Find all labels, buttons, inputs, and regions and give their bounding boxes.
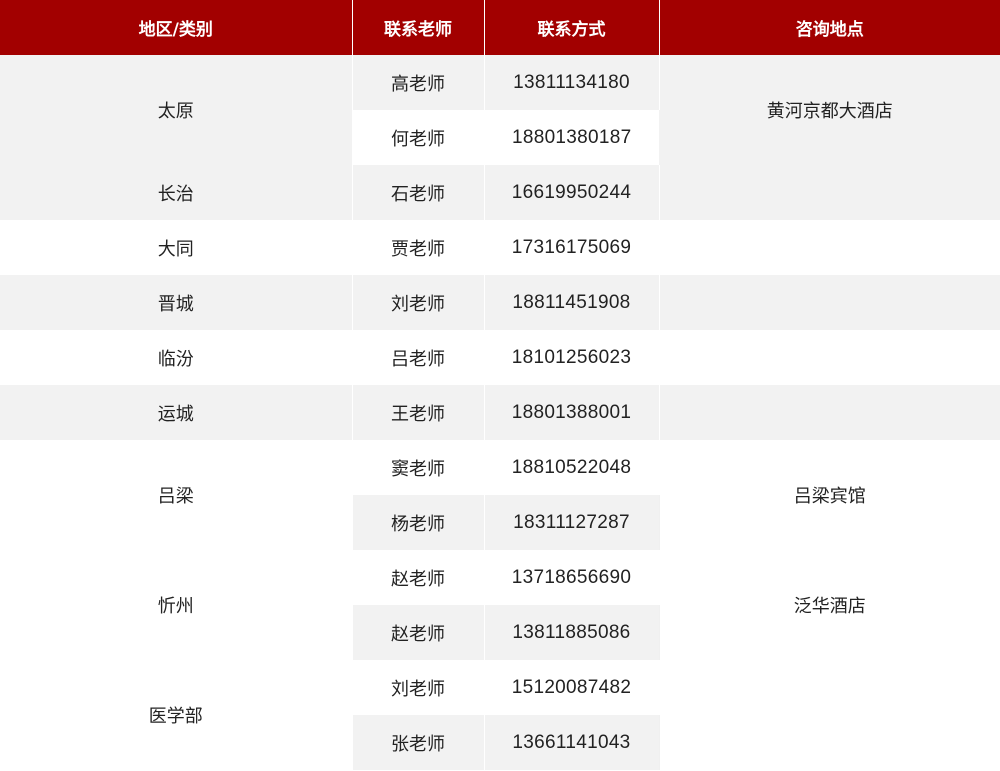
table-row: 太原 高老师 13811134180 黄河京都大酒店	[0, 55, 1000, 165]
teacher-cell: 吕老师	[351, 330, 485, 385]
teacher-cell: 刘老师	[351, 660, 485, 715]
phone-cell: 18311127287	[484, 495, 659, 550]
location-cell	[658, 220, 1000, 275]
header-row: 地区/类别 联系老师 联系方式 咨询地点	[0, 0, 1000, 55]
teacher-cell: 窦老师	[351, 440, 485, 495]
location-cell	[658, 330, 1000, 385]
phone-cell: 18811451908	[484, 275, 660, 330]
phone-cell: 17316175069	[483, 220, 660, 275]
header-contact: 联系方式	[484, 0, 660, 55]
contact-table: 地区/类别 联系老师 联系方式 咨询地点 太原 高老师 13811134180 …	[0, 0, 1000, 770]
teacher-cell: 赵老师	[351, 550, 485, 605]
phone-cell: 18801380187	[483, 110, 659, 165]
phone-cell: 13811885086	[484, 605, 659, 660]
teacher-cell: 高老师	[352, 55, 485, 110]
region-cell: 大同	[0, 220, 353, 275]
table-row: 忻州 赵老师 13718656690 泛华酒店	[0, 550, 1000, 660]
location-cell	[659, 165, 1000, 220]
location-cell	[658, 660, 1000, 770]
table-row: 晋城 刘老师 18811451908	[0, 275, 1000, 330]
teacher-cell: 张老师	[352, 715, 485, 770]
region-cell: 忻州	[0, 550, 353, 660]
teacher-cell: 何老师	[352, 110, 485, 165]
header-location: 咨询地点	[659, 0, 1000, 55]
location-cell: 吕梁宾馆	[658, 440, 1000, 550]
teacher-cell: 刘老师	[352, 275, 485, 330]
teacher-cell: 石老师	[352, 165, 485, 220]
table-row: 长治 石老师 16619950244	[0, 165, 1000, 220]
header-teacher: 联系老师	[352, 0, 485, 55]
region-cell: 太原	[0, 55, 353, 165]
table-row: 临汾 吕老师 18101256023	[0, 330, 1000, 385]
table-row: 吕梁 窦老师 18810522048 吕梁宾馆	[0, 440, 1000, 550]
table-row: 大同 贾老师 17316175069	[0, 220, 1000, 275]
teacher-cell: 赵老师	[352, 605, 485, 660]
phone-cell: 13811134180	[484, 55, 660, 110]
region-cell: 吕梁	[0, 440, 353, 550]
location-cell	[659, 385, 1000, 440]
table-row: 运城 王老师 18801388001	[0, 385, 1000, 440]
phone-cell: 13718656690	[483, 550, 660, 605]
location-cell: 黄河京都大酒店	[659, 55, 1000, 165]
phone-cell: 18801388001	[484, 385, 660, 440]
region-cell: 晋城	[0, 275, 353, 330]
teacher-cell: 贾老师	[351, 220, 485, 275]
phone-cell: 15120087482	[483, 660, 660, 715]
teacher-cell: 王老师	[352, 385, 485, 440]
region-cell: 医学部	[0, 660, 353, 770]
teacher-cell: 杨老师	[352, 495, 485, 550]
phone-cell: 18101256023	[483, 330, 660, 385]
region-cell: 运城	[0, 385, 353, 440]
phone-cell: 16619950244	[484, 165, 660, 220]
location-cell: 泛华酒店	[658, 550, 1000, 660]
phone-cell: 18810522048	[483, 440, 660, 495]
header-region: 地区/类别	[0, 0, 353, 55]
phone-cell: 13661141043	[484, 715, 659, 770]
table-row: 医学部 刘老师 15120087482	[0, 660, 1000, 770]
location-cell	[659, 275, 1000, 330]
region-cell: 临汾	[0, 330, 353, 385]
region-cell: 长治	[0, 165, 353, 220]
